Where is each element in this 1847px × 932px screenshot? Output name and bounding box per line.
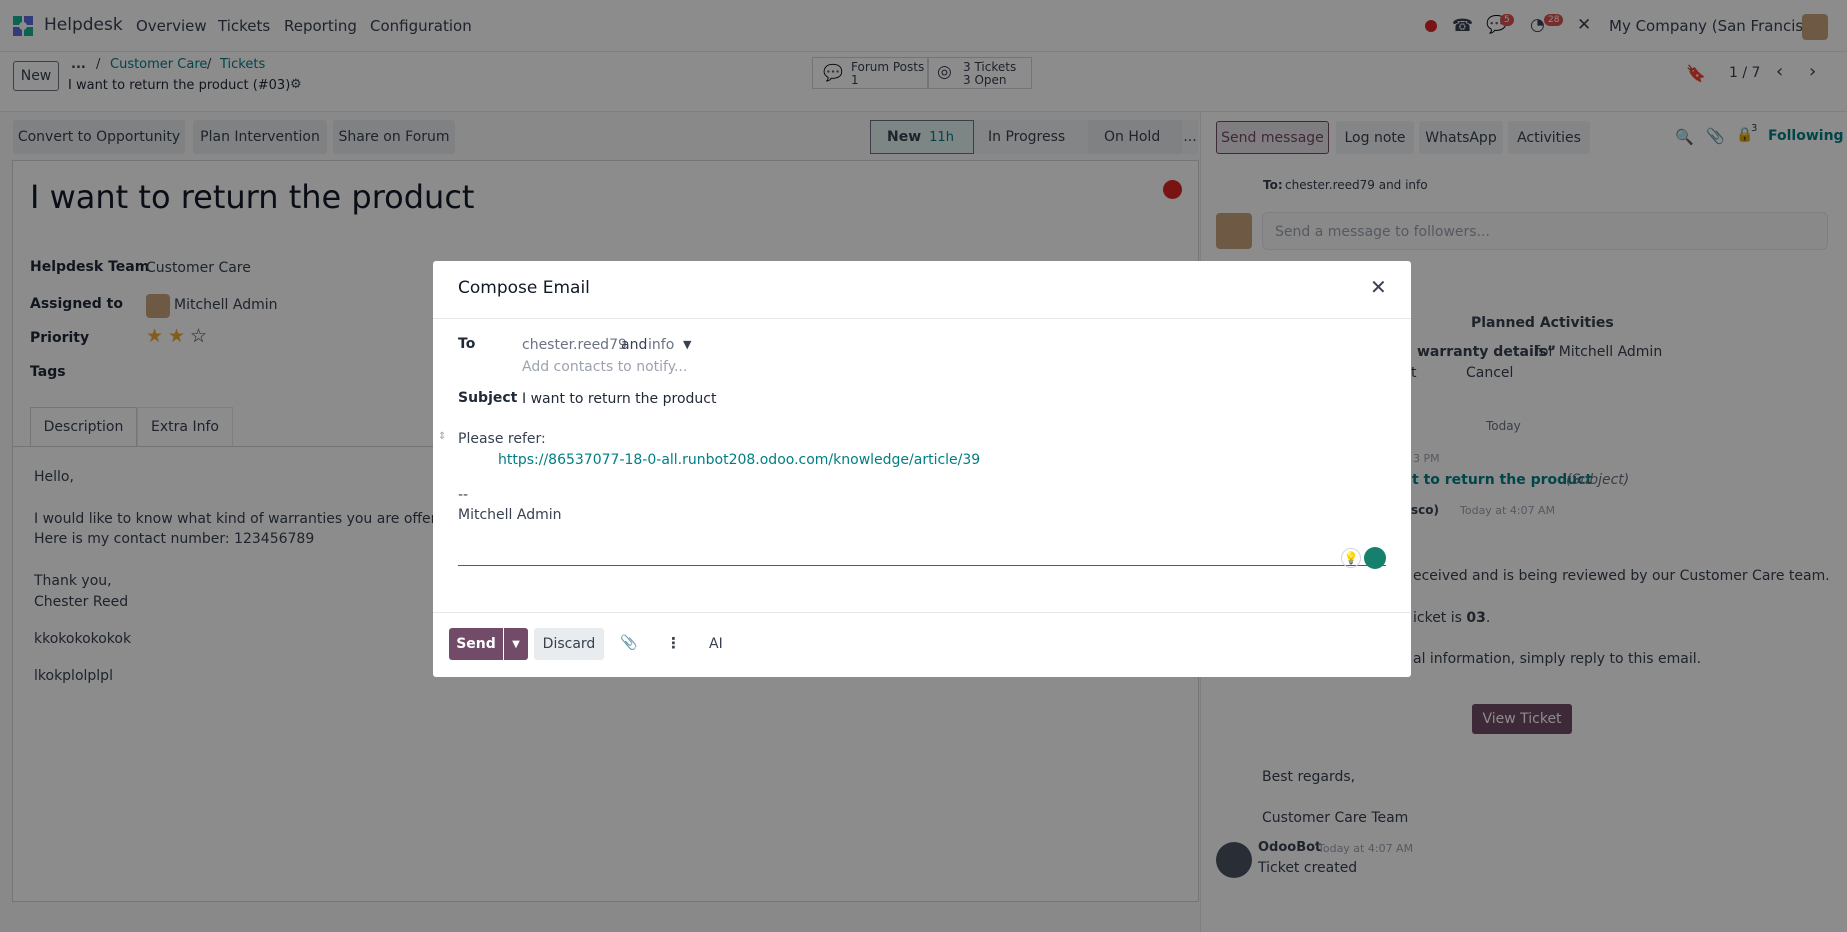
to-recipient-chester[interactable]: chester.reed79 (522, 337, 627, 353)
subject-input[interactable]: I want to return the product (522, 391, 716, 407)
bulb-icon[interactable]: 💡 (1341, 548, 1361, 568)
send-button[interactable]: Send (449, 628, 503, 660)
signature-name: Mitchell Admin (458, 507, 562, 523)
ai-button[interactable]: AI (709, 636, 723, 652)
knowledge-article-link[interactable]: https://86537077-18-0-all.runbot208.odoo… (498, 452, 980, 468)
to-label: To (458, 336, 476, 352)
attachment-icon[interactable]: 📎 (620, 635, 637, 651)
email-body-editor[interactable]: Please refer: https://86537077-18-0-all.… (458, 426, 1386, 569)
subject-label: Subject (458, 390, 518, 406)
add-contacts-input[interactable]: Add contacts to notify... (522, 359, 687, 375)
to-recipient-info[interactable]: info (648, 337, 674, 353)
drag-handle-icon[interactable]: ⇕ (438, 431, 446, 442)
compose-email-dialog: Compose Email ✕ To chester.reed79 and in… (433, 261, 1411, 677)
modal-footer-divider (433, 612, 1411, 613)
send-options-dropdown[interactable]: ▼ (504, 628, 528, 660)
signature-separator: -- (458, 487, 469, 503)
to-and: and (621, 337, 648, 353)
grammar-assistant-icon[interactable] (1364, 547, 1386, 569)
recipients-caret-icon[interactable]: ▼ (683, 338, 691, 351)
more-options-icon[interactable]: ⋮ (666, 634, 681, 652)
body-line: Please refer: (458, 431, 546, 447)
modal-header-divider (433, 318, 1411, 319)
close-icon[interactable]: ✕ (1370, 275, 1387, 299)
modal-title: Compose Email (458, 278, 590, 298)
chevron-down-icon: ▼ (512, 638, 520, 650)
discard-button[interactable]: Discard (534, 628, 604, 660)
